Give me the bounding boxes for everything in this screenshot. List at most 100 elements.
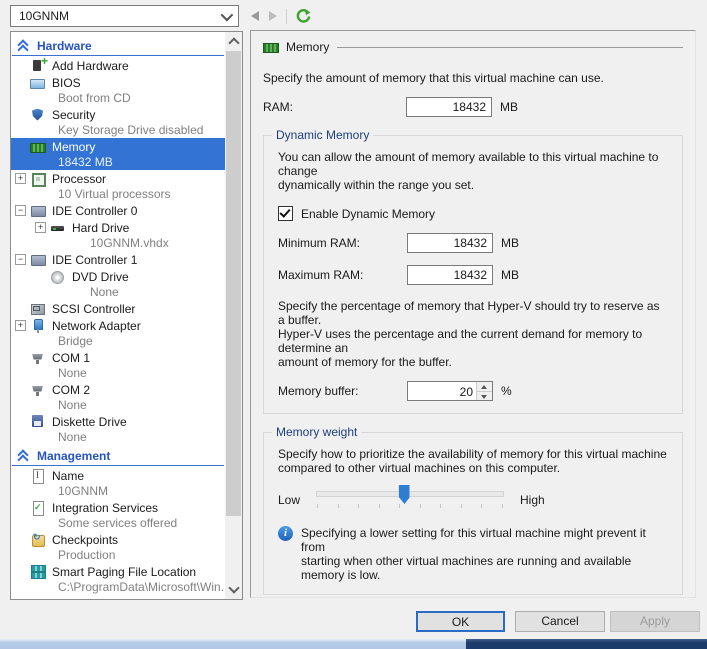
- memory-buffer-unit: %: [501, 384, 512, 398]
- collapse-icon[interactable]: −: [15, 254, 26, 265]
- sidebar-item-memory[interactable]: Memory18432 MB: [11, 138, 225, 170]
- sidebar-item-integration-services[interactable]: Integration ServicesSome services offere…: [11, 499, 225, 531]
- sidebar-item-subtext: None: [11, 366, 225, 381]
- navigate-back-icon[interactable]: [251, 11, 259, 21]
- scrollbar-thumb[interactable]: [226, 51, 241, 516]
- sidebar-item-ide-controller-0[interactable]: − IDE Controller 0: [11, 202, 225, 219]
- sidebar-item-scsi-controller[interactable]: SCSI Controller: [11, 300, 225, 317]
- maximum-ram-row: Maximum RAM: MB: [278, 265, 668, 285]
- settings-nav-list: Hardware Add HardwareBIOSBoot from CDSecu…: [11, 32, 225, 599]
- spinner-buttons: [476, 382, 492, 400]
- slider-tick: [317, 504, 318, 508]
- slider-track[interactable]: [316, 491, 504, 497]
- memory-weight-note: Specifying a lower setting for this virt…: [301, 526, 668, 582]
- slider-tick: [502, 504, 503, 508]
- memory-buffer-label: Memory buffer:: [278, 384, 407, 398]
- sidebar-item-label: Checkpoints: [52, 533, 118, 547]
- dynamic-memory-group-label: Dynamic Memory: [272, 128, 373, 142]
- maximum-ram-label: Maximum RAM:: [278, 268, 407, 282]
- settings-nav-sidebar: Hardware Add HardwareBIOSBoot from CDSecu…: [10, 31, 243, 600]
- memory-buffer-description: Specify the percentage of memory that Hy…: [278, 299, 668, 369]
- processor-icon: [30, 172, 46, 186]
- sidebar-item-add-hardware[interactable]: Add Hardware: [11, 57, 225, 74]
- memory-weight-slider-row: Low High: [278, 491, 668, 508]
- sidebar-item-security[interactable]: SecurityKey Storage Drive disabled: [11, 106, 225, 138]
- hard-drive-icon: [50, 221, 66, 235]
- navigate-forward-icon[interactable]: [269, 11, 277, 21]
- sidebar-scrollbar[interactable]: [225, 32, 242, 599]
- com-port-icon: [30, 351, 46, 365]
- sidebar-item-smart-paging-file-location[interactable]: Smart Paging File LocationC:\ProgramData…: [11, 563, 225, 595]
- minimum-ram-row: Minimum RAM: MB: [278, 233, 668, 253]
- sidebar-item-ide-controller-1[interactable]: −IDE Controller 1: [11, 251, 225, 268]
- collapse-section-icon[interactable]: [17, 450, 29, 462]
- enable-dynamic-memory-checkbox[interactable]: [278, 206, 293, 221]
- ram-unit: MB: [500, 100, 518, 114]
- sidebar-item-label: COM 1: [52, 351, 90, 365]
- checkpoints-icon: [30, 533, 46, 547]
- enable-dynamic-memory-row[interactable]: Enable Dynamic Memory: [278, 206, 668, 221]
- expand-icon[interactable]: +: [15, 320, 26, 331]
- sidebar-item-subtext: 10GNNM.vhdx: [11, 236, 225, 251]
- sidebar-item-checkpoints[interactable]: CheckpointsProduction: [11, 531, 225, 563]
- sidebar-item-label: DVD Drive: [72, 270, 129, 284]
- ram-input[interactable]: [406, 97, 492, 117]
- slider: [316, 491, 504, 508]
- sidebar-item-subtext: Some services offered: [11, 516, 225, 531]
- sidebar-item-network-adapter[interactable]: +Network AdapterBridge: [11, 317, 225, 349]
- memory-settings-panel: Memory Specify the amount of memory that…: [250, 30, 696, 598]
- ok-button[interactable]: OK: [416, 611, 505, 632]
- background-window-strip-dark: [466, 639, 707, 649]
- apply-button: Apply: [610, 611, 700, 632]
- scroll-down-icon[interactable]: [228, 582, 239, 593]
- sidebar-item-dvd-drive[interactable]: DVD DriveNone: [11, 268, 225, 300]
- ide-controller-icon: [30, 253, 46, 267]
- sidebar-item-subtext: 10GNNM: [11, 484, 225, 499]
- sidebar-item-label: Memory: [52, 140, 95, 154]
- com-port-icon: [30, 383, 46, 397]
- sidebar-item-name[interactable]: Name10GNNM: [11, 467, 225, 499]
- sidebar-item-diskette-drive[interactable]: Diskette DriveNone: [11, 413, 225, 445]
- expand-icon[interactable]: +: [15, 173, 26, 184]
- sidebar-item-processor[interactable]: +Processor10 Virtual processors: [11, 170, 225, 202]
- sidebar-item-bios[interactable]: BIOSBoot from CD: [11, 74, 225, 106]
- sidebar-item-label: IDE Controller 0: [52, 204, 137, 218]
- dvd-drive-icon: [50, 270, 66, 284]
- refresh-icon[interactable]: [296, 9, 311, 24]
- expand-icon[interactable]: +: [35, 222, 46, 233]
- minimum-ram-unit: MB: [501, 236, 519, 250]
- sidebar-item-com-2[interactable]: COM 2None: [11, 381, 225, 413]
- vm-selector-dropdown[interactable]: 10GNNM: [10, 5, 239, 27]
- section-header-management[interactable]: Management: [12, 447, 224, 466]
- slider-tick: [379, 504, 380, 508]
- memory-buffer-value: 20: [460, 385, 473, 399]
- cancel-button[interactable]: Cancel: [515, 611, 605, 632]
- memory-buffer-spinner[interactable]: 20: [407, 381, 493, 401]
- hyperv-vm-settings-window: 10GNNM Hardware Add HardwareBIOSBoot from…: [0, 0, 707, 649]
- minimum-ram-input[interactable]: [407, 233, 493, 253]
- sidebar-item-subtext: Key Storage Drive disabled: [11, 123, 225, 138]
- slider-thumb[interactable]: [399, 485, 410, 504]
- minimum-ram-label: Minimum RAM:: [278, 236, 407, 250]
- bios-icon: [30, 76, 46, 90]
- section-header-label: Hardware: [37, 39, 92, 53]
- memory-weight-note-row: i Specifying a lower setting for this vi…: [278, 526, 668, 582]
- maximum-ram-input[interactable]: [407, 265, 493, 285]
- spin-up-icon[interactable]: [477, 382, 492, 391]
- sidebar-item-com-1[interactable]: COM 1None: [11, 349, 225, 381]
- info-icon: i: [278, 526, 293, 541]
- vm-selector-value: 10GNNM: [19, 9, 221, 23]
- chevron-down-icon: [221, 8, 234, 21]
- background-window-strip-light: [0, 639, 466, 649]
- spin-down-icon[interactable]: [477, 391, 492, 401]
- scroll-up-icon[interactable]: [228, 37, 239, 48]
- sidebar-item-hard-drive[interactable]: +Hard Drive10GNNM.vhdx: [11, 219, 225, 251]
- collapse-section-icon[interactable]: [17, 40, 29, 52]
- network-adapter-icon: [30, 319, 46, 333]
- navigation-controls: [251, 9, 311, 24]
- sidebar-item-label: Smart Paging File Location: [52, 565, 196, 579]
- background-window-strip: [0, 639, 707, 649]
- diskette-drive-icon: [30, 415, 46, 429]
- panel-intro-text: Specify the amount of memory that this v…: [263, 71, 683, 85]
- collapse-icon[interactable]: −: [15, 205, 26, 216]
